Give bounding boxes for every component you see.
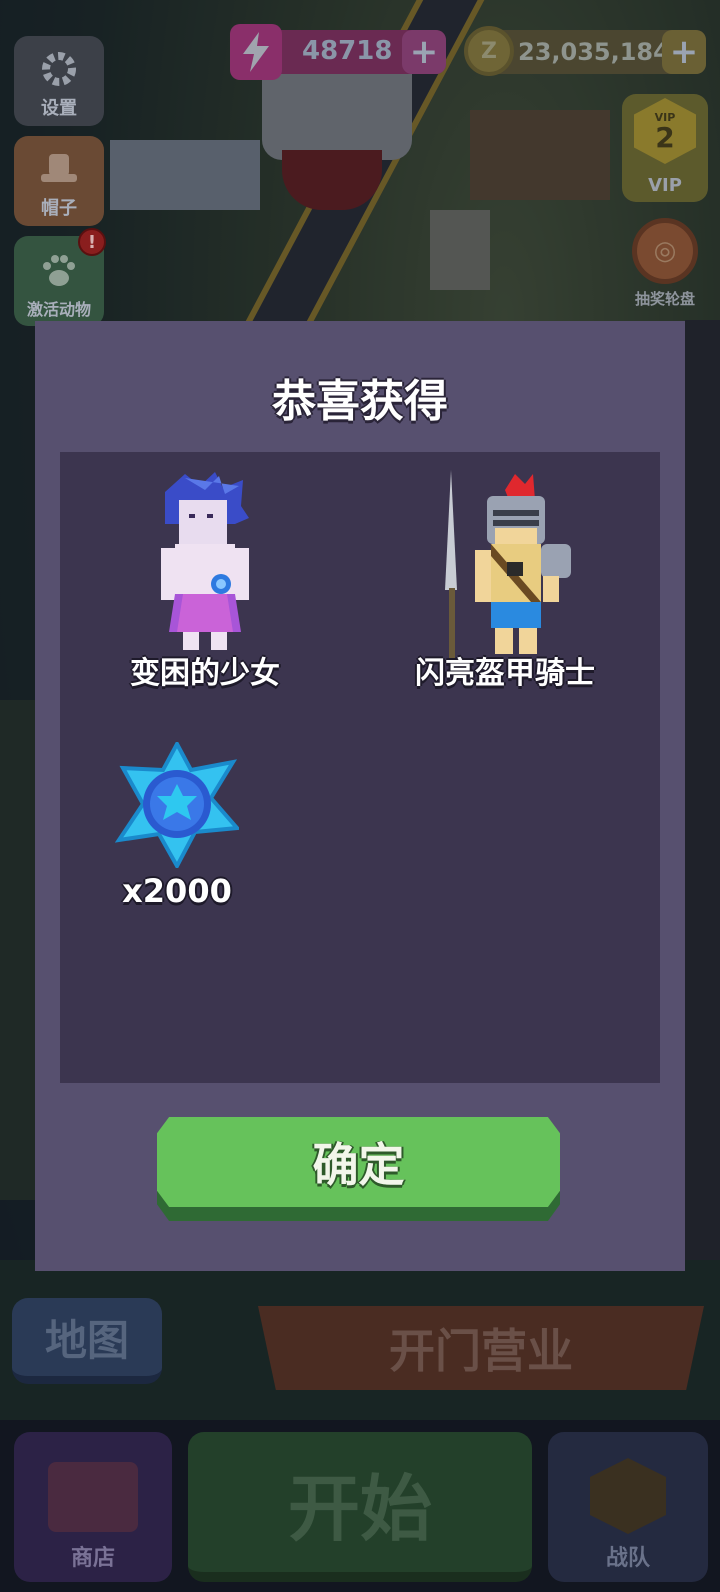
lucky-wheel-button[interactable]: ◎ 抽奖轮盘 <box>620 218 710 318</box>
lucky-wheel-label: 抽奖轮盘 <box>634 290 695 308</box>
team-label: 战队 <box>605 1546 650 1571</box>
pets-alert-badge: ! <box>78 228 106 256</box>
vip-level: 2 <box>655 120 675 154</box>
wheel-icon: ◎ <box>632 218 698 284</box>
add-coins-button[interactable]: + <box>662 30 706 74</box>
energy-value: 48718 <box>302 36 393 66</box>
energy-counter: 48718 + <box>230 24 446 80</box>
coin-counter: Z 23,035,184 + <box>464 26 706 76</box>
settings-label: 设置 <box>41 98 77 119</box>
knight-character-icon <box>445 470 571 658</box>
vip-badge-icon: VIP 2 <box>634 98 696 164</box>
reward-dialog: 恭喜获得 变困的少女 闪亮盔甲骑士 x2000 确定 <box>35 321 685 1271</box>
coin-value: 23,035,184 <box>518 38 670 66</box>
reward-quantity: x2000 <box>122 872 232 910</box>
rewards-panel: 变困的少女 闪亮盔甲骑士 x2000 <box>60 452 660 1083</box>
team-emblem-icon <box>590 1458 666 1534</box>
open-business-button[interactable]: 开门营业 <box>258 1306 704 1390</box>
confirm-label: 确定 <box>312 1138 405 1192</box>
dialog-title: 恭喜获得 <box>272 376 448 427</box>
add-energy-button[interactable]: + <box>402 30 446 74</box>
gear-icon <box>36 48 82 90</box>
lightning-icon <box>230 24 282 80</box>
hat-icon <box>36 148 82 190</box>
team-button[interactable]: 战队 <box>548 1432 708 1582</box>
blue-star-token-icon <box>115 742 239 868</box>
settings-button[interactable]: 设置 <box>14 36 104 126</box>
pets-label: 激活动物 <box>26 300 91 319</box>
shop-label: 商店 <box>70 1546 115 1571</box>
shop-button[interactable]: 商店 <box>14 1432 172 1582</box>
start-button[interactable]: 开始 <box>188 1432 532 1582</box>
vip-button[interactable]: VIP 2 VIP <box>622 94 708 202</box>
paw-icon <box>36 250 82 292</box>
reward-name: 变困的少女 <box>130 656 280 691</box>
hat-button[interactable]: 帽子 <box>14 136 104 226</box>
girl-character-icon <box>161 472 249 650</box>
confirm-button[interactable]: 确定 <box>157 1117 560 1221</box>
hat-label: 帽子 <box>41 198 77 219</box>
reward-item: 变困的少女 <box>70 472 340 702</box>
confirm-button-face: 确定 <box>157 1117 560 1207</box>
cart-icon <box>48 1462 138 1532</box>
reward-name: 闪亮盔甲骑士 <box>415 656 595 691</box>
vip-label: VIP <box>648 175 682 196</box>
coin-icon: Z <box>464 26 514 76</box>
map-button[interactable]: 地图 <box>12 1298 162 1384</box>
reward-item: 闪亮盔甲骑士 <box>370 470 640 702</box>
reward-item: x2000 <box>92 742 262 932</box>
